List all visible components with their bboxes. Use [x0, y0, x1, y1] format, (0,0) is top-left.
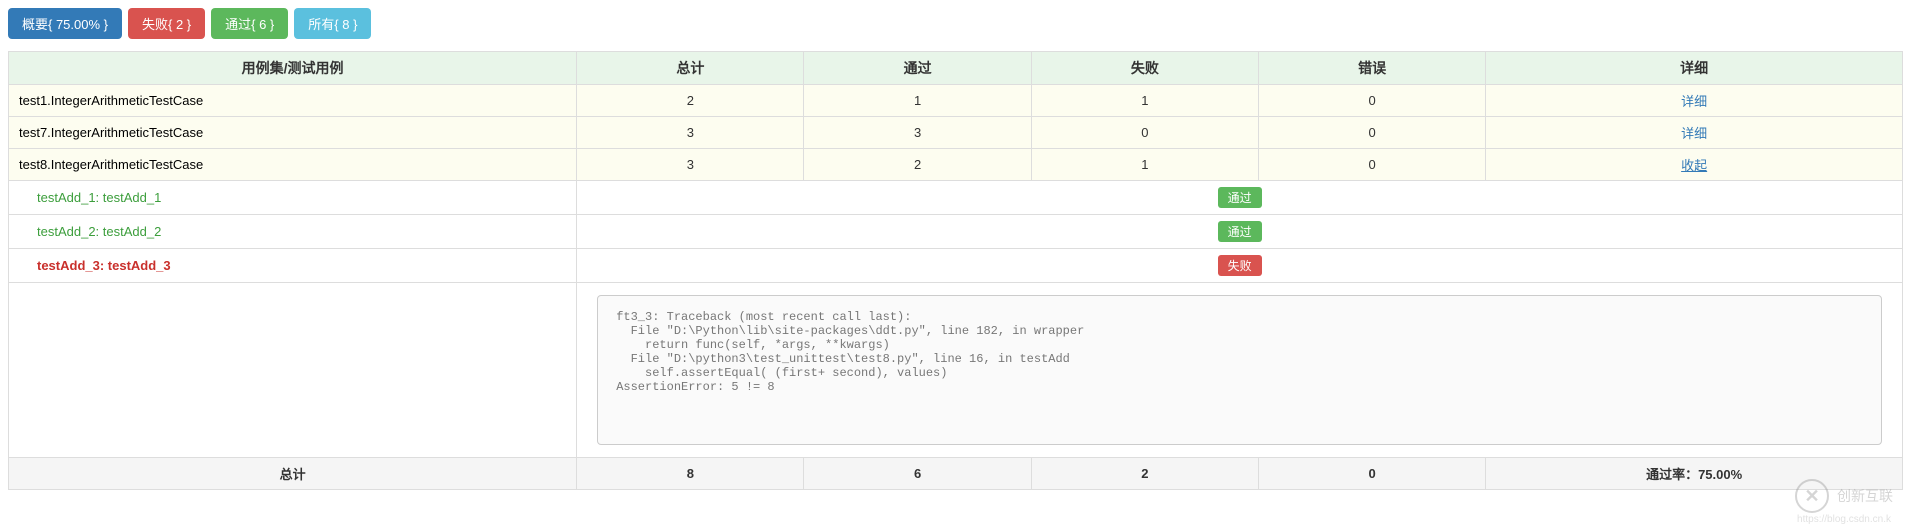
filter-button-bar: 概要{ 75.00% } 失败{ 2 } 通过{ 6 } 所有{ 8 }	[8, 8, 1903, 39]
traceback-row: ft3_3: Traceback (most recent call last)…	[9, 283, 1903, 458]
status-badge: 失败	[1218, 255, 1262, 276]
results-table: 用例集/测试用例 总计 通过 失败 错误 详细 test1.IntegerAri…	[8, 51, 1903, 490]
header-error: 错误	[1259, 52, 1486, 85]
suite-total: 3	[577, 117, 804, 149]
suite-row: test1.IntegerArithmeticTestCase 2 1 1 0 …	[9, 85, 1903, 117]
test-row: testAdd_3: testAdd_3 失败	[9, 249, 1903, 283]
header-pass: 通过	[804, 52, 1031, 85]
suite-fail: 1	[1031, 85, 1258, 117]
watermark: ✕ 创新互联	[1795, 479, 1893, 513]
footer-total: 8	[577, 458, 804, 490]
detail-link[interactable]: 详细	[1681, 94, 1707, 109]
status-badge: 通过	[1218, 221, 1262, 242]
test-row: testAdd_1: testAdd_1 通过	[9, 181, 1903, 215]
header-name: 用例集/测试用例	[9, 52, 577, 85]
suite-row: test7.IntegerArithmeticTestCase 3 3 0 0 …	[9, 117, 1903, 149]
suite-name: test8.IntegerArithmeticTestCase	[9, 149, 577, 181]
footer-row: 总计 8 6 2 0 通过率：75.00%	[9, 458, 1903, 490]
header-detail: 详细	[1486, 52, 1903, 85]
suite-error: 0	[1259, 149, 1486, 181]
suite-pass: 3	[804, 117, 1031, 149]
footer-label: 总计	[9, 458, 577, 490]
header-fail: 失败	[1031, 52, 1258, 85]
test-name: testAdd_2: testAdd_2	[37, 224, 161, 239]
watermark-logo-icon: ✕	[1795, 479, 1829, 513]
suite-name: test1.IntegerArithmeticTestCase	[9, 85, 577, 117]
passed-button[interactable]: 通过{ 6 }	[211, 8, 288, 39]
collapse-link[interactable]: 收起	[1681, 158, 1707, 173]
footer-fail: 2	[1031, 458, 1258, 490]
suite-fail: 1	[1031, 149, 1258, 181]
suite-error: 0	[1259, 85, 1486, 117]
watermark-text: 创新互联	[1837, 486, 1893, 506]
summary-button[interactable]: 概要{ 75.00% }	[8, 8, 122, 39]
suite-total: 3	[577, 149, 804, 181]
suite-pass: 1	[804, 85, 1031, 117]
header-total: 总计	[577, 52, 804, 85]
watermark-url: https://blog.csdn.cn.k	[1797, 514, 1891, 525]
test-row: testAdd_2: testAdd_2 通过	[9, 215, 1903, 249]
suite-pass: 2	[804, 149, 1031, 181]
status-badge: 通过	[1218, 187, 1262, 208]
detail-link[interactable]: 详细	[1681, 126, 1707, 141]
test-name: testAdd_3: testAdd_3	[37, 258, 171, 273]
test-name: testAdd_1: testAdd_1	[37, 190, 161, 205]
all-button[interactable]: 所有{ 8 }	[294, 8, 371, 39]
suite-name: test7.IntegerArithmeticTestCase	[9, 117, 577, 149]
table-header-row: 用例集/测试用例 总计 通过 失败 错误 详细	[9, 52, 1903, 85]
suite-error: 0	[1259, 117, 1486, 149]
failed-button[interactable]: 失败{ 2 }	[128, 8, 205, 39]
footer-pass: 6	[804, 458, 1031, 490]
traceback-box: ft3_3: Traceback (most recent call last)…	[597, 295, 1882, 445]
footer-error: 0	[1259, 458, 1486, 490]
suite-total: 2	[577, 85, 804, 117]
suite-row: test8.IntegerArithmeticTestCase 3 2 1 0 …	[9, 149, 1903, 181]
suite-fail: 0	[1031, 117, 1258, 149]
